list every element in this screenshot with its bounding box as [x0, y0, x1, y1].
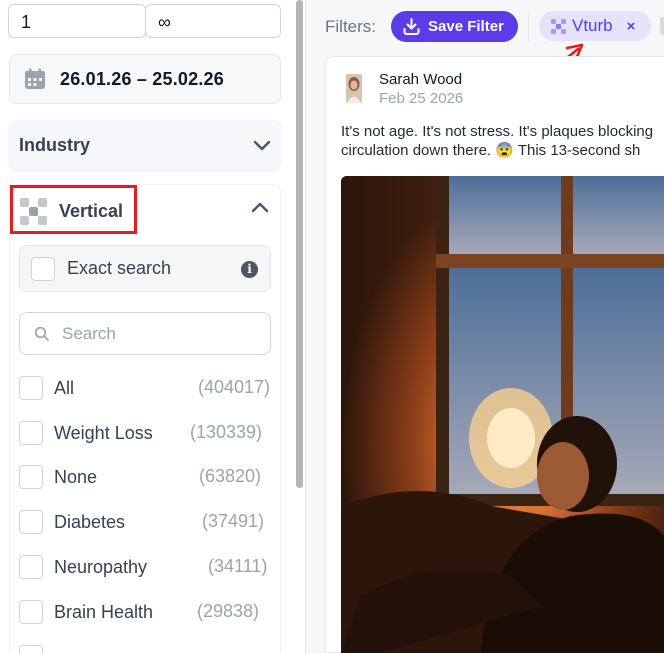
post-text-line: It's not age. It's not stress. It's plaq… — [341, 123, 654, 140]
next-chip-edge[interactable] — [660, 17, 664, 35]
highlight-box — [10, 185, 137, 234]
vertical-option-none[interactable]: None (63820) — [19, 464, 271, 490]
option-count: (63820) — [199, 466, 262, 486]
option-label: None — [54, 466, 98, 487]
post-body-text: It's not age. It's not stress. It's plaq… — [341, 122, 664, 160]
chevron-down-icon — [253, 140, 271, 151]
option-count: (37491) — [202, 511, 265, 531]
exact-search-label: Exact search — [67, 258, 172, 278]
date-range-picker[interactable]: 26.01.26 – 25.02.26 — [9, 54, 281, 104]
download-icon — [403, 18, 420, 35]
vertical-option-diabetes[interactable]: Diabetes (37491) — [19, 509, 271, 535]
option-checkbox[interactable] — [19, 510, 43, 534]
industry-label: Industry — [19, 134, 91, 155]
vertical-option-partial[interactable] — [19, 644, 271, 653]
post-author[interactable]: Sarah Wood — [379, 71, 462, 88]
chevron-up-icon[interactable] — [250, 200, 270, 214]
post-photo — [341, 176, 664, 653]
option-checkbox[interactable] — [19, 555, 43, 579]
option-checkbox[interactable] — [19, 421, 43, 445]
option-label: All — [54, 377, 75, 398]
industry-filter-header[interactable]: Industry — [9, 120, 281, 170]
active-filter-chip-vturb[interactable]: Vturb × — [539, 11, 651, 41]
date-range-text: 26.01.26 – 25.02.26 — [60, 68, 224, 89]
calendar-icon — [25, 68, 45, 89]
vertical-option-brain-health[interactable]: Brain Health (29838) — [19, 599, 271, 625]
search-icon — [34, 326, 49, 341]
option-label: Weight Loss — [54, 422, 153, 443]
info-icon[interactable]: i — [241, 261, 258, 278]
range-min-input[interactable]: 1 — [8, 4, 146, 38]
option-count: (404017) — [198, 377, 271, 397]
vertical-option-neuropathy[interactable]: Neuropathy (34111) — [19, 554, 271, 580]
option-checkbox[interactable] — [19, 465, 43, 489]
author-avatar — [346, 74, 362, 103]
post-media-image[interactable] — [341, 176, 664, 653]
chip-label: Vturb — [572, 16, 613, 35]
option-checkbox[interactable] — [19, 645, 43, 653]
exact-search-toggle[interactable]: Exact search i — [19, 245, 271, 292]
option-label: Brain Health — [54, 601, 154, 622]
save-filter-label: Save Filter — [428, 18, 504, 35]
option-count: (34111) — [208, 556, 268, 576]
vertical-search-input[interactable] — [62, 323, 252, 344]
option-count: (130339) — [190, 422, 263, 442]
option-checkbox[interactable] — [19, 376, 43, 400]
sidebar-scrollbar-thumb[interactable] — [296, 0, 303, 488]
exact-search-checkbox[interactable] — [31, 256, 55, 281]
post-date: Feb 25 2026 — [379, 90, 464, 107]
option-label: Neuropathy — [54, 556, 148, 577]
vertical-option-all[interactable]: All (404017) — [19, 375, 271, 401]
filter-sidebar: 1 ∞ 26.01.26 – 25.02.26 Industry Vertica… — [0, 0, 292, 653]
close-icon[interactable]: × — [627, 18, 636, 35]
post-text-line: circulation down there. 😨 This 13-second… — [341, 142, 641, 159]
vertical-option-weight-loss[interactable]: Weight Loss (130339) — [19, 420, 271, 446]
option-checkbox[interactable] — [19, 600, 43, 624]
vertical-grid-icon — [551, 18, 566, 34]
portrait-thumbnail — [346, 74, 362, 103]
save-filter-button[interactable]: Save Filter — [391, 11, 518, 42]
option-count: (29838) — [197, 601, 260, 621]
filters-divider — [528, 12, 529, 41]
vertical-search-box[interactable] — [19, 312, 271, 355]
filters-label: Filters: — [325, 17, 376, 36]
range-max-input[interactable]: ∞ — [145, 4, 281, 38]
option-label: Diabetes — [54, 511, 126, 532]
